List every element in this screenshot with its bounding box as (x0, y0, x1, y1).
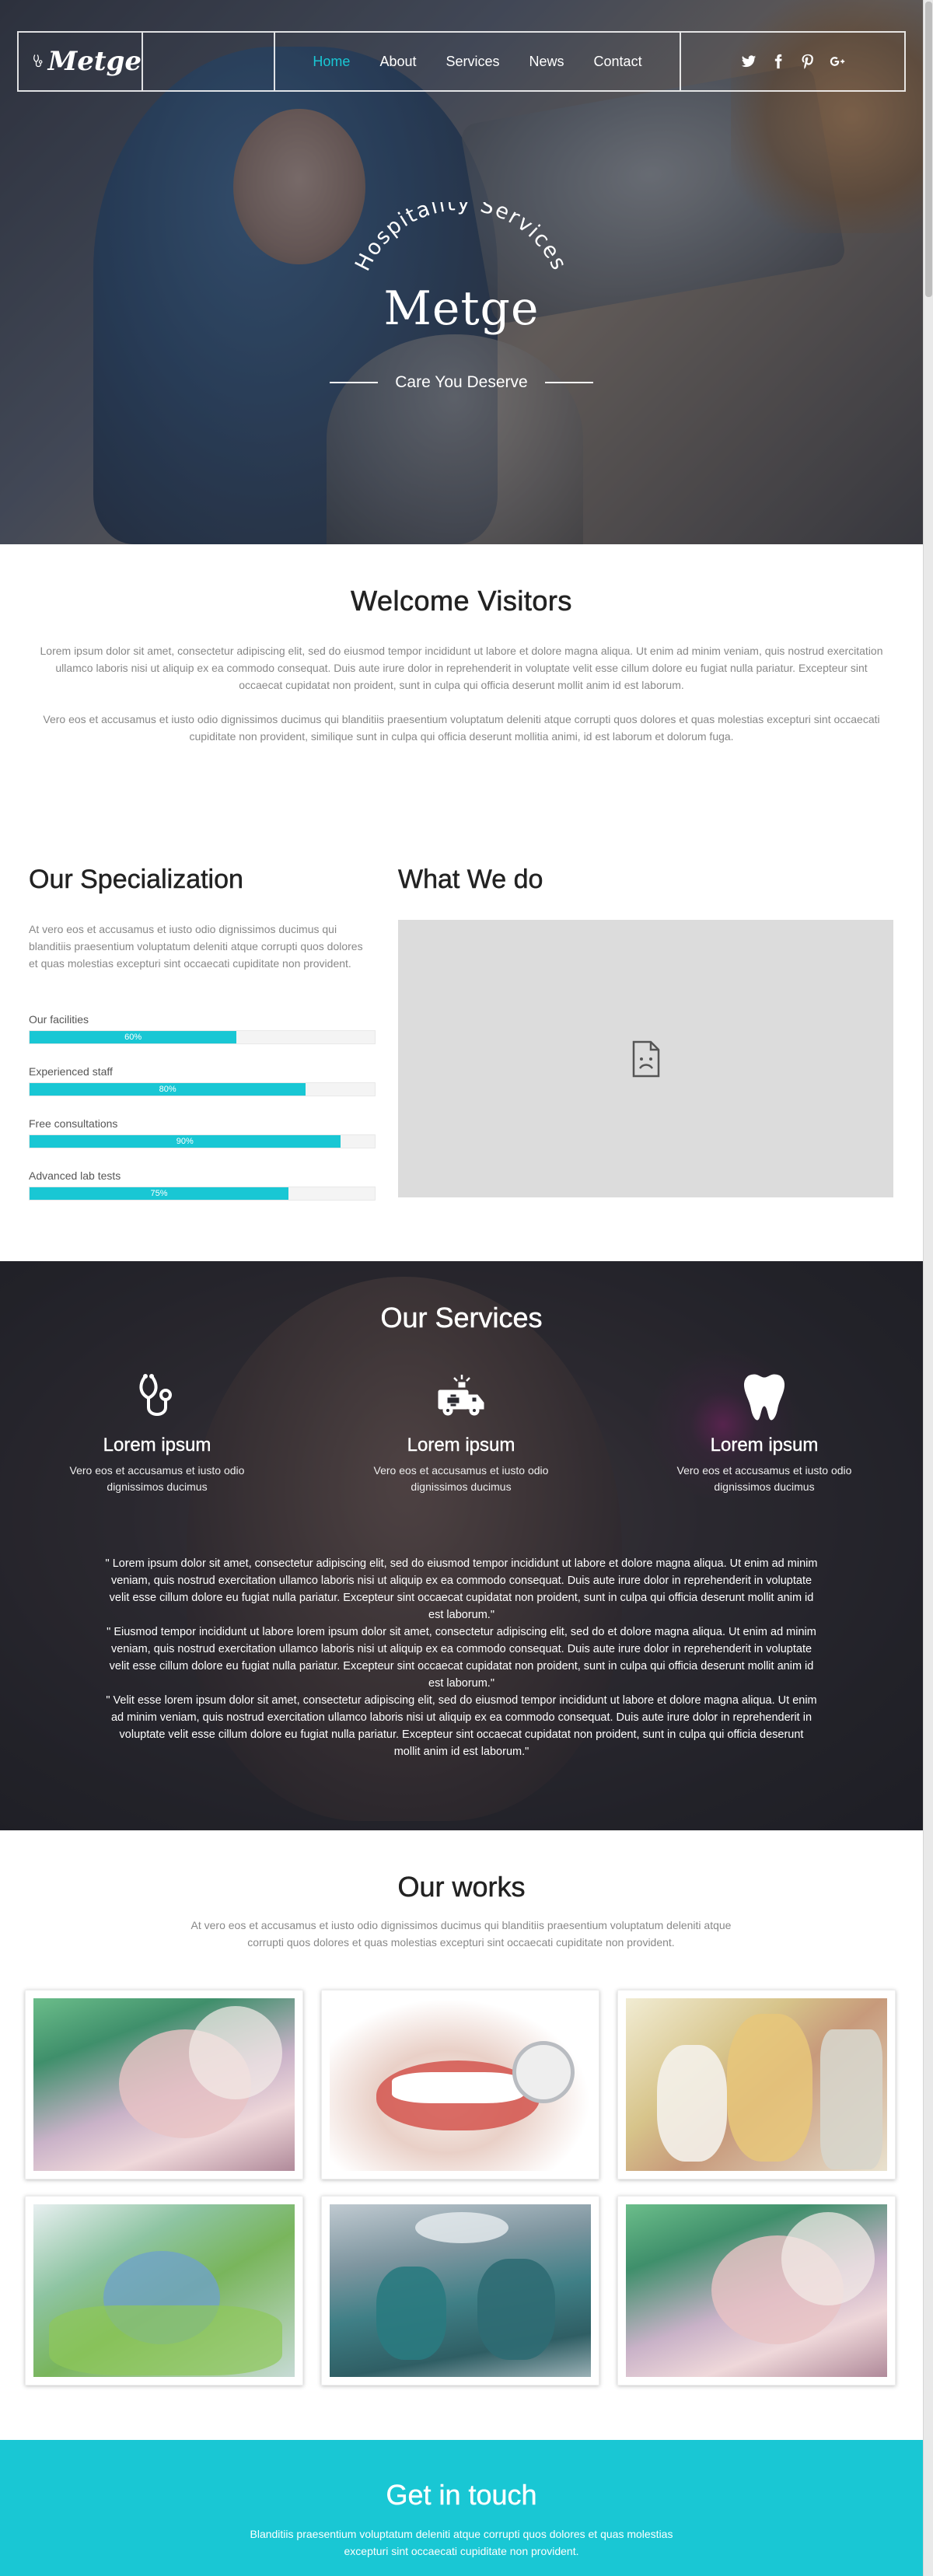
work-item-dental-exam[interactable] (25, 1990, 303, 2179)
what-we-do-title: What We do (398, 865, 543, 895)
work-image (330, 1998, 591, 2171)
stethoscope-icon (139, 1374, 172, 1416)
work-image (33, 1998, 295, 2171)
service-card-tooth: Lorem ipsum Vero eos et accusamus et ius… (648, 1372, 881, 1495)
nav-item-contact[interactable]: Contact (594, 54, 642, 70)
twitter-icon[interactable] (741, 54, 757, 69)
service-title: Lorem ipsum (710, 1435, 819, 1456)
services-section: Our Services Lorem ipsum Vero eos et acc… (0, 1261, 923, 1830)
contact-section: Get in touch Blanditiis praesentium volu… (0, 2440, 923, 2576)
progress-track: 90% (29, 1134, 376, 1148)
contact-text: Blanditiis praesentium voluptatum deleni… (250, 2528, 673, 2557)
hero-title: Metge (383, 281, 540, 336)
testimonial-quote: " Lorem ipsum dolor sit amet, consectetu… (105, 1557, 818, 1621)
service-card-stethoscope: Lorem ipsum Vero eos et accusamus et ius… (40, 1372, 274, 1495)
work-item-smile[interactable] (321, 1990, 599, 2179)
broken-document-icon (632, 1040, 659, 1077)
nav-item-news[interactable]: News (529, 54, 564, 70)
tagline-text: Care You Deserve (395, 373, 528, 391)
progress-label: Experienced staff (29, 1065, 113, 1078)
service-title: Lorem ipsum (103, 1435, 211, 1456)
work-image (626, 2204, 887, 2377)
main-navigation: Metge Home About Services News Contact (17, 31, 906, 92)
progress-staff: Experienced staff 80% (29, 1065, 376, 1096)
progress-label: Our facilities (29, 1013, 89, 1026)
testimonial-quote: " Eiusmod tempor incididunt ut labore lo… (107, 1626, 816, 1690)
service-text: Vero eos et accusamus et iusto odio dign… (676, 1464, 852, 1493)
nav-item-services[interactable]: Services (446, 54, 499, 70)
google-plus-icon[interactable] (830, 54, 845, 69)
welcome-paragraph-2: Vero eos et accusamus et iusto odio dign… (43, 713, 880, 743)
specialization-title: Our Specialization (29, 865, 243, 895)
logo-text: Metge (47, 46, 142, 77)
tooth-icon (744, 1374, 784, 1421)
nav-menu: Home About Services News Contact (275, 33, 681, 90)
hero-tagline: Care You Deserve (0, 373, 923, 392)
progress-track: 60% (29, 1030, 376, 1044)
page-scrollbar[interactable] (923, 0, 933, 2576)
work-image (330, 2204, 591, 2377)
work-item-mammography[interactable] (617, 1990, 896, 2179)
work-item-surgery[interactable] (321, 2196, 599, 2386)
hero-section: Metge Home About Services News Contact H… (0, 0, 923, 544)
progress-consultations: Free consultations 90% (29, 1117, 376, 1148)
works-subtitle: At vero eos et accusamus et iusto odio d… (190, 1919, 732, 1949)
works-section: Our works At vero eos et accusamus et iu… (0, 1830, 923, 2440)
progress-lab-tests: Advanced lab tests 75% (29, 1169, 376, 1201)
facebook-icon[interactable] (771, 54, 786, 69)
ambulance-icon (438, 1375, 484, 1416)
progress-fill: 75% (30, 1187, 288, 1200)
welcome-title: Welcome Visitors (351, 585, 572, 617)
nav-spacer (143, 33, 275, 90)
scrollbar-thumb[interactable] (925, 2, 932, 297)
tagline-divider-left (330, 382, 379, 383)
specialization-section: Our Specialization What We do At vero eo… (0, 855, 923, 1261)
welcome-paragraph-1: Lorem ipsum dolor sit amet, consectetur … (40, 645, 883, 691)
work-image (33, 2204, 295, 2377)
work-item-dental-clinic[interactable] (25, 2196, 303, 2386)
tagline-divider-right (544, 382, 593, 383)
page: Metge Home About Services News Contact H… (0, 0, 923, 2576)
work-item-dental-exam-2[interactable] (617, 2196, 896, 2386)
pinterest-icon[interactable] (800, 54, 816, 69)
nav-item-home[interactable]: Home (313, 54, 350, 70)
welcome-section: Welcome Visitors Lorem ipsum dolor sit a… (0, 544, 923, 855)
testimonial-quote: " Velit esse lorem ipsum dolor sit amet,… (106, 1694, 817, 1758)
nav-item-about[interactable]: About (379, 54, 416, 70)
contact-title: Get in touch (386, 2479, 537, 2511)
video-embed[interactable] (398, 920, 893, 1197)
works-title: Our works (397, 1871, 526, 1903)
work-image (626, 1998, 887, 2171)
service-text: Vero eos et accusamus et iusto odio dign… (373, 1464, 549, 1493)
social-links (681, 33, 904, 90)
service-card-ambulance: Lorem ipsum Vero eos et accusamus et ius… (344, 1372, 578, 1495)
progress-track: 75% (29, 1187, 376, 1201)
hero-arc-label: Hospitality Services (351, 202, 570, 275)
progress-label: Free consultations (29, 1117, 118, 1130)
service-title: Lorem ipsum (407, 1435, 515, 1456)
progress-label: Advanced lab tests (29, 1169, 121, 1182)
progress-fill: 80% (30, 1083, 306, 1096)
progress-facilities: Our facilities 60% (29, 1013, 376, 1044)
stethoscope-logo-icon (33, 54, 43, 68)
progress-fill: 90% (30, 1135, 341, 1148)
progress-track: 80% (29, 1082, 376, 1096)
logo[interactable]: Metge (19, 33, 143, 90)
svg-text:Hospitality Services: Hospitality Services (351, 202, 571, 275)
specialization-intro: At vero eos et accusamus et iusto odio d… (29, 923, 363, 970)
testimonials: " Lorem ipsum dolor sit amet, consectetu… (105, 1555, 818, 1760)
services-title: Our Services (380, 1302, 543, 1334)
service-text: Vero eos et accusamus et iusto odio dign… (69, 1464, 245, 1493)
progress-fill: 60% (30, 1031, 237, 1043)
